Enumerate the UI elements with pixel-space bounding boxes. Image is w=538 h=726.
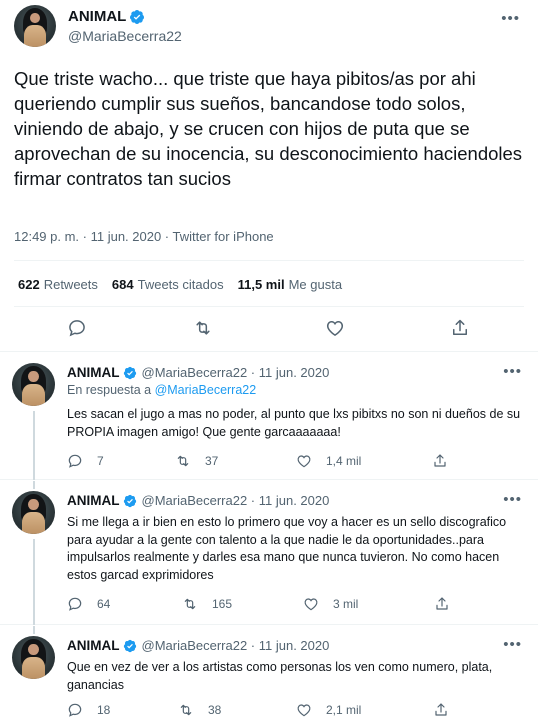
reply-action-bar: 7 37 1,4 mil (67, 453, 527, 471)
reply-author-name[interactable]: ANIMAL (67, 493, 120, 508)
main-tweet: ANIMAL @MariaBecerra22 ••• Que triste wa… (0, 0, 538, 352)
retweet-count: 38 (208, 703, 222, 717)
reply-tweet[interactable]: ANIMAL @MariaBecerra22 · 11 jun. 2020 ••… (0, 481, 538, 625)
tweet-meta[interactable]: 12:49 p. m. · 11 jun. 2020 · Twitter for… (14, 229, 274, 244)
reply-icon[interactable] (67, 318, 87, 338)
retweets-count: 622 (18, 277, 40, 292)
verified-badge-icon (123, 639, 136, 652)
in-reply-prefix: En respuesta a (67, 383, 152, 397)
reply-tweet[interactable]: ANIMAL @MariaBecerra22 · 11 jun. 2020 ••… (0, 626, 538, 726)
retweet-icon (177, 455, 189, 467)
more-dots-icon[interactable]: ••• (503, 636, 522, 653)
reply-text: Si me llega a ir bien en esto lo primero… (67, 515, 507, 582)
reply-action-bar: 64 165 3 mil (67, 596, 527, 614)
thread-line (33, 626, 35, 634)
reply-header: ANIMAL @MariaBecerra22 · 11 jun. 2020 (67, 365, 329, 380)
share-icon[interactable] (450, 318, 470, 338)
likes-label: Me gusta (288, 277, 343, 292)
in-reply-to: En respuesta a @MariaBecerra22 (67, 383, 256, 397)
likes-stat[interactable]: 11,5 mil Me gusta (238, 277, 342, 292)
retweet-button[interactable]: 37 (175, 453, 218, 469)
retweet-icon (180, 704, 192, 716)
reply-header: ANIMAL @MariaBecerra22 · 11 jun. 2020 (67, 493, 329, 508)
quotes-label: Tweets citados (137, 277, 224, 292)
author-avatar[interactable] (14, 5, 56, 47)
reply-text: Les sacan el jugo a mas no poder, al pun… (67, 407, 521, 439)
reply-avatar[interactable] (12, 363, 55, 406)
reply-button[interactable]: 7 (67, 453, 104, 469)
retweet-icon[interactable] (193, 318, 213, 338)
verified-badge-icon (123, 366, 136, 379)
reply-handle-date[interactable]: @MariaBecerra22 · 11 jun. 2020 (142, 638, 330, 653)
like-count: 2,1 mil (326, 703, 362, 717)
thread-line (33, 411, 35, 480)
divider (14, 260, 524, 261)
heart-icon (297, 455, 311, 468)
reply-count: 7 (97, 454, 104, 468)
reply-count: 64 (97, 597, 111, 611)
author-handle[interactable]: @MariaBecerra22 (68, 28, 182, 44)
verified-badge-icon (123, 494, 136, 507)
reply-text: Que en vez de ver a los artistas como pe… (67, 660, 493, 692)
share-icon (435, 703, 447, 716)
share-icon (434, 454, 446, 467)
verified-badge-icon (130, 9, 145, 24)
like-button[interactable]: 2,1 mil (296, 702, 361, 718)
like-button[interactable]: 1,4 mil (296, 453, 361, 469)
tweet-text: Que triste wacho... que triste que haya … (14, 68, 523, 189)
reply-author-name[interactable]: ANIMAL (67, 638, 120, 653)
quotes-stat[interactable]: 684 Tweets citados (112, 277, 224, 292)
reply-handle-date[interactable]: @MariaBecerra22 · 11 jun. 2020 (142, 493, 330, 508)
main-action-bar (0, 318, 538, 342)
author-name[interactable]: ANIMAL (68, 8, 126, 25)
reply-author-name[interactable]: ANIMAL (67, 365, 120, 380)
reply-count: 18 (97, 703, 111, 717)
reply-button[interactable]: 64 (67, 596, 110, 612)
thread-line (33, 539, 35, 625)
heart-icon (304, 598, 318, 611)
tweet-stats: 622 Retweets 684 Tweets citados 11,5 mil Me… (18, 277, 342, 292)
retweet-count: 37 (205, 454, 219, 468)
share-icon (436, 597, 448, 610)
reply-icon (68, 597, 82, 611)
quotes-count: 684 (111, 277, 134, 292)
likes-count: 11,5 mil (237, 277, 285, 292)
retweets-label: Retweets (43, 277, 98, 292)
more-dots-icon[interactable]: ••• (503, 363, 522, 380)
more-dots-icon[interactable]: ••• (501, 10, 520, 27)
share-button[interactable] (433, 702, 449, 718)
reply-button[interactable]: 18 (67, 702, 110, 718)
share-button[interactable] (434, 596, 450, 612)
retweet-button[interactable]: 165 (182, 596, 232, 612)
retweets-stat[interactable]: 622 Retweets (18, 277, 98, 292)
heart-icon[interactable] (325, 318, 345, 338)
retweet-count: 165 (212, 597, 233, 611)
reply-avatar[interactable] (12, 491, 55, 534)
reply-tweet[interactable]: ANIMAL @MariaBecerra22 · 11 jun. 2020 ••… (0, 353, 538, 480)
divider (14, 306, 524, 307)
in-reply-handle-link[interactable]: @MariaBecerra22 (155, 383, 257, 397)
like-count: 1,4 mil (326, 454, 362, 468)
reply-icon (68, 454, 82, 468)
thread-line (33, 481, 35, 489)
more-dots-icon[interactable]: ••• (503, 491, 522, 508)
reply-handle-date[interactable]: @MariaBecerra22 · 11 jun. 2020 (142, 365, 330, 380)
like-count: 3 mil (333, 597, 359, 611)
heart-icon (297, 704, 311, 717)
share-button[interactable] (432, 453, 448, 469)
reply-action-bar: 18 38 2,1 mil (67, 702, 527, 720)
retweet-icon (184, 598, 196, 610)
reply-header: ANIMAL @MariaBecerra22 · 11 jun. 2020 (67, 638, 329, 653)
reply-icon (68, 703, 82, 717)
author-name-row[interactable]: ANIMAL (68, 8, 145, 25)
like-button[interactable]: 3 mil (303, 596, 358, 612)
retweet-button[interactable]: 38 (178, 702, 221, 718)
reply-avatar[interactable] (12, 636, 55, 679)
